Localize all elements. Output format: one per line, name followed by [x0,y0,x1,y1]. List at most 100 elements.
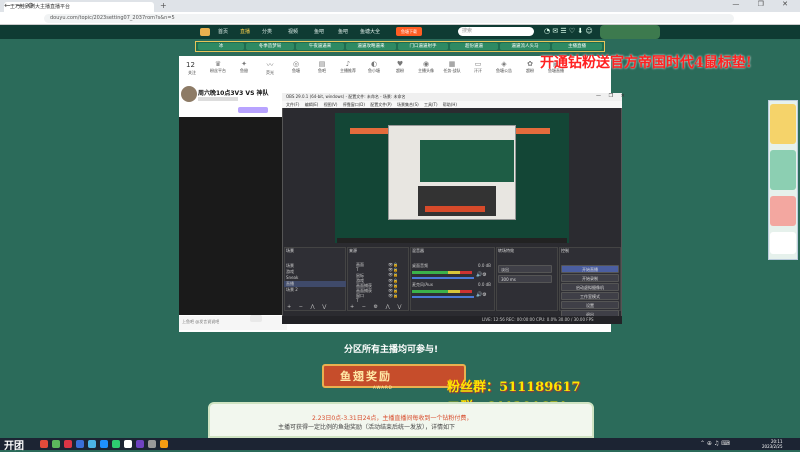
avatar[interactable] [181,86,197,102]
chat-input[interactable]: 上鱼吧 @发言说说吧 [179,316,287,330]
tray-icons[interactable]: ⌃ ⊕ ♫ ⌨ [700,440,730,447]
category-item[interactable]: 冬季造梦局 [246,43,294,50]
category-item[interactable]: 冰 [198,43,244,50]
event-logo [600,25,660,39]
nav-live[interactable]: 直播 [240,28,250,35]
download-button[interactable]: 鱼塘下载 [396,27,422,36]
room-icon[interactable]: ▤ 鱼吧 [310,60,334,74]
window-controls[interactable]: — ❐ ✕ [732,0,796,8]
forward-icon[interactable]: → [16,1,23,10]
obs-window-controls[interactable]: — ❐ ✕ [596,93,628,99]
nav-video[interactable]: 视频 [288,28,298,35]
video-player[interactable] [179,117,287,315]
rules-line-1: 2.23日0点-3.31日24点，主播直播间每收到一个钻粉付费， [312,415,473,422]
taskbar-app-icon[interactable] [64,440,72,448]
taskbar-app-icon[interactable] [136,440,144,448]
room-icon[interactable]: ✦ 鱼翅 [232,60,256,74]
speaker-icon[interactable]: 🔊⚙ [476,272,487,278]
address-bar[interactable]: douyu.com/topic/2023setting07_2037rom?s&… [44,14,734,23]
room-icon[interactable]: ✿ 超粉 [518,60,542,74]
category-item[interactable]: 门口逼逼射手 [398,43,448,50]
scene-item[interactable]: 场景 2 [286,287,298,293]
taskbar-app-icon[interactable] [148,440,156,448]
volume-slider[interactable] [412,277,474,279]
room-icon[interactable]: ◉ 主播头像 [414,60,438,74]
room-icon[interactable]: 〰荧光 [258,60,282,76]
fan-group-1: 粉丝群：511189617 [447,380,581,395]
room-icon[interactable]: ◎ 鱼塘 [284,60,308,74]
promo-text: 开通钻粉送官方帝国时代4鼠标垫! [540,55,752,71]
nav-home[interactable]: 首页 [218,28,228,35]
category-item[interactable]: 逼逼流人头马 [500,43,550,50]
audio-meter [412,290,472,293]
taskbar-app-icon[interactable] [124,440,132,448]
nav-yuba-2[interactable]: 鱼吧 [338,28,348,35]
obs-status-bar: LIVE: 12:56 REC: 00:00:00 CPU: 0.0% 30.0… [282,316,622,324]
obs-menu-bar[interactable]: 文件(F) 编辑(E) 视图(V) 停靠窗口(D) 配置文件(P) 场景集合(S… [282,101,622,108]
scene-toolbar[interactable]: + − ⋀ ⋁ [287,304,329,310]
category-item[interactable]: 超份逼逼 [450,43,498,50]
sidebar-promo-card[interactable] [770,232,796,254]
taskbar-app-icon[interactable] [112,440,120,448]
nav-category[interactable]: 分类 [262,28,272,35]
mixer-channel-name: 麦克风/Aux [412,282,433,287]
controls-header: 控制 [561,248,569,253]
room-icon[interactable]: ♥ 超粉 [388,60,412,74]
volume-slider[interactable] [412,296,474,298]
rules-line-2: 主播可获得一定比例的鱼翅奖励（活动结束后统一发放），详情如下 [278,424,456,431]
room-icon[interactable]: ♪ 主播推荐 [336,60,360,74]
event-subtitle: 分区所有主播均可参与! [344,345,439,355]
sidebar-promo-card[interactable] [770,150,796,190]
source-visibility-icons[interactable]: 👁🔒 👁🔒 👁🔒 👁🔒 👁🔒 👁🔒 👁🔒 [388,262,398,298]
settings-button[interactable]: 设置 [561,301,619,309]
taskbar-app-icon[interactable] [40,440,48,448]
reload-icon[interactable]: ⟳ [28,1,35,10]
nav-yuba[interactable]: 鱼吧 [314,28,324,35]
header-icons[interactable]: ◔ ✉ ☰ ♡ ⬇ ☺ [544,27,593,35]
start-streaming-button[interactable]: 开始直播 [561,265,619,273]
category-item[interactable]: 午夜逼逼来 [296,43,344,50]
room-icon[interactable]: ▦ 任务·战队 [440,60,464,74]
room-icon[interactable]: 关注 [180,70,204,76]
search-input[interactable]: 搜索 [458,27,534,36]
taskbar-app-icon[interactable] [76,440,84,448]
taskbar-app-icon[interactable] [160,440,168,448]
start-recording-button[interactable]: 开始录制 [561,274,619,282]
room-icon[interactable]: ◈ 鱼塘公告 [492,60,516,74]
category-item[interactable]: 主播直播 [552,43,602,50]
browser-tab[interactable]: 王巧娃刷刷大主播直播平台 [4,2,154,12]
source-toolbar[interactable]: + − ⚙ ⋀ ⋁ [350,304,404,310]
streamer-meta [198,97,238,101]
back-icon[interactable]: ← [4,1,11,10]
new-tab-icon[interactable]: + [160,1,167,10]
sources-header: 来源 [349,248,357,253]
room-icon[interactable]: ◐ 鱼小塘 [362,60,386,74]
nav-fishpond[interactable]: 鱼塘大全 [360,28,380,35]
duration-input[interactable]: 300 ms [498,275,552,283]
transitions-header: 转场特效 [498,248,514,253]
taskbar-app-icon[interactable] [100,440,108,448]
followers-count: 12 [186,61,195,69]
stream-title: 周六晚10点3V3 VS 神队 [198,90,269,97]
room-icon[interactable]: ♛ 粉丝平台 [206,60,230,74]
tag-badge[interactable] [238,107,268,113]
preview-nested-banner [425,206,485,212]
taskbar-app-icon[interactable] [88,440,96,448]
category-item[interactable]: 逼逼攻略逼来 [346,43,396,50]
site-logo[interactable] [200,28,210,36]
taskbar-app-icon[interactable] [52,440,60,448]
preview-nested-content [420,140,514,182]
sidebar-promo-card[interactable] [770,196,796,226]
studio-mode-button[interactable]: 工作室模式 [561,292,619,300]
sidebar-promo-card[interactable] [770,104,796,144]
mixer-channel-name: 桌面音频 [412,263,428,268]
transition-select[interactable]: 淡出 [498,265,552,273]
virtual-camera-button[interactable]: 启动虚拟摄像机 [561,283,619,291]
emoji-icon[interactable] [250,315,262,322]
mixer-channel-db: 0.0 dB [478,282,491,287]
room-icon[interactable]: ▭ 汗汗 [466,60,490,74]
mixer-channel-db: 0.0 dB [478,263,491,268]
speaker-icon[interactable]: 🔊⚙ [476,292,487,298]
obs-title-bar: OBS 29.0.1 (64-bit, windows) - 配置文件: 未命名… [282,93,622,101]
mixer-panel [410,247,495,311]
